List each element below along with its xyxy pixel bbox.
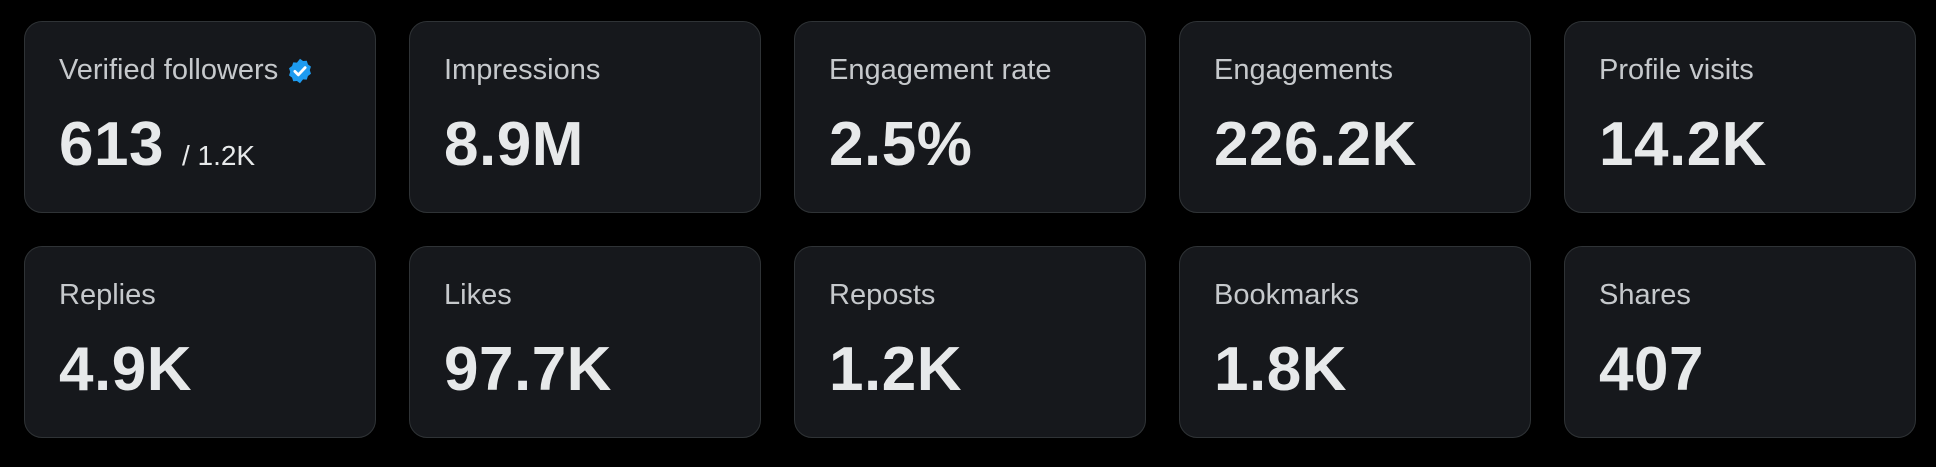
stat-label: Engagement rate: [829, 54, 1052, 86]
stat-value-row: 8.9M: [444, 114, 584, 176]
stat-value-row: 407: [1599, 339, 1704, 401]
stat-value: 226.2K: [1214, 110, 1417, 179]
stat-value-row: 97.7K: [444, 339, 612, 401]
stat-label: Likes: [444, 279, 512, 311]
stat-label: Verified followers: [59, 54, 279, 86]
stat-sub-value: / 1.2K: [181, 140, 256, 171]
stat-value: 1.2K: [829, 335, 962, 404]
stat-card-impressions[interactable]: Impressions 8.9M: [409, 21, 761, 213]
stat-card-verified-followers[interactable]: Verified followers 613 / 1.2K: [24, 21, 376, 213]
stat-value: 4.9K: [59, 335, 192, 404]
stat-value-row: 4.9K: [59, 339, 192, 401]
stat-card-engagement-rate[interactable]: Engagement rate 2.5%: [794, 21, 1146, 213]
stat-value: 2.5%: [829, 110, 973, 179]
stat-value: 97.7K: [444, 335, 612, 404]
stat-value: 14.2K: [1599, 110, 1767, 179]
stat-value: 1.8K: [1214, 335, 1347, 404]
stat-card-reposts[interactable]: Reposts 1.2K: [794, 246, 1146, 438]
stat-label: Reposts: [829, 279, 936, 311]
stat-value: 613: [59, 110, 164, 179]
stat-label: Impressions: [444, 54, 601, 86]
stat-value: 8.9M: [444, 110, 584, 179]
stat-value: 407: [1599, 335, 1704, 404]
stat-card-profile-visits[interactable]: Profile visits 14.2K: [1564, 21, 1916, 213]
stat-value-row: 1.8K: [1214, 339, 1347, 401]
stat-value-row: 2.5%: [829, 114, 972, 176]
stat-card-bookmarks[interactable]: Bookmarks 1.8K: [1179, 246, 1531, 438]
stat-card-engagements[interactable]: Engagements 226.2K: [1179, 21, 1531, 213]
stat-card-likes[interactable]: Likes 97.7K: [409, 246, 761, 438]
stat-card-shares[interactable]: Shares 407: [1564, 246, 1916, 438]
stat-label: Profile visits: [1599, 54, 1754, 86]
stat-value-row: 1.2K: [829, 339, 962, 401]
stat-label-row: Verified followers: [59, 54, 314, 87]
stat-value-row: 14.2K: [1599, 114, 1767, 176]
stat-value-row: 613 / 1.2K: [59, 114, 255, 176]
stats-grid: Verified followers 613 / 1.2K Impression…: [24, 21, 1916, 438]
stat-value-row: 226.2K: [1214, 114, 1417, 176]
stat-label: Shares: [1599, 279, 1691, 311]
stat-label: Engagements: [1214, 54, 1393, 86]
stat-label: Bookmarks: [1214, 279, 1360, 311]
verified-badge-icon: [289, 58, 312, 83]
stat-label: Replies: [59, 279, 156, 311]
stat-card-replies[interactable]: Replies 4.9K: [24, 246, 376, 438]
